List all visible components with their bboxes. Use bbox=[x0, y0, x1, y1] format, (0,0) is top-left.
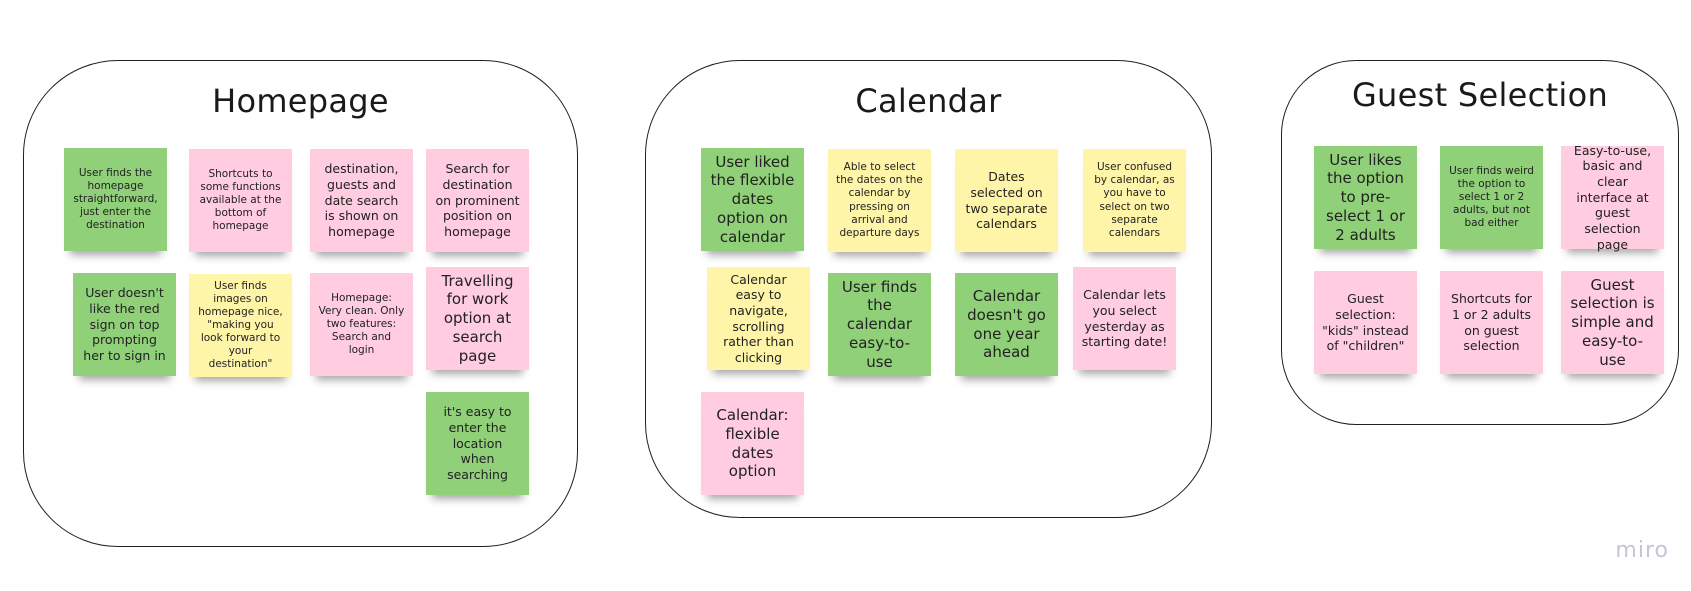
miro-logo: miro bbox=[1615, 538, 1669, 563]
sticky-note[interactable]: Homepage: Very clean. Only two features:… bbox=[310, 273, 413, 376]
note-text: Dates selected on two separate calendars bbox=[965, 169, 1048, 232]
note-text: Guest selection: "kids" instead of "chil… bbox=[1322, 291, 1409, 354]
sticky-note[interactable]: User finds the calendar easy-to-use bbox=[828, 273, 931, 376]
sticky-note[interactable]: User likes the option to pre-select 1 or… bbox=[1314, 146, 1417, 249]
note-text: User liked the flexible dates option on … bbox=[710, 152, 795, 246]
sticky-note[interactable]: Guest selection is simple and easy-to-us… bbox=[1561, 271, 1664, 374]
note-text: destination, guests and date search is s… bbox=[324, 161, 399, 239]
frame-title-homepage: Homepage bbox=[212, 82, 389, 120]
note-text: Search for destination on prominent posi… bbox=[435, 161, 520, 239]
note-text: Shortcuts for 1 or 2 adults on guest sel… bbox=[1451, 291, 1532, 354]
note-text: User likes the option to pre-select 1 or… bbox=[1326, 150, 1405, 244]
sticky-note[interactable]: Calendar: flexible dates option bbox=[701, 392, 804, 495]
sticky-note[interactable]: Easy-to-use, basic and clear interface a… bbox=[1561, 142, 1664, 252]
note-text: Calendar: flexible dates option bbox=[716, 406, 789, 481]
sticky-note[interactable]: Shortcuts to some functions available at… bbox=[189, 149, 292, 252]
frame-title-calendar: Calendar bbox=[855, 82, 1002, 120]
note-text: Travelling for work option at search pag… bbox=[441, 271, 514, 365]
sticky-note[interactable]: Calendar lets you select yesterday as st… bbox=[1073, 267, 1176, 370]
note-text: it's easy to enter the location when sea… bbox=[443, 404, 512, 482]
sticky-note[interactable]: Travelling for work option at search pag… bbox=[426, 267, 529, 370]
sticky-note[interactable]: User finds images on homepage nice, "mak… bbox=[189, 274, 292, 377]
sticky-note[interactable]: User liked the flexible dates option on … bbox=[701, 148, 804, 251]
note-text: Guest selection is simple and easy-to-us… bbox=[1570, 275, 1655, 369]
note-text: Calendar easy to navigate, scrolling rat… bbox=[723, 271, 794, 365]
sticky-note[interactable]: Calendar easy to navigate, scrolling rat… bbox=[707, 267, 810, 370]
note-text: User finds images on homepage nice, "mak… bbox=[198, 279, 283, 371]
frame-title-guest-selection: Guest Selection bbox=[1351, 76, 1609, 114]
sticky-note[interactable]: User confused by calendar, as you have t… bbox=[1083, 149, 1186, 252]
note-text: Homepage: Very clean. Only two features:… bbox=[318, 291, 405, 357]
sticky-note[interactable]: Dates selected on two separate calendars bbox=[955, 149, 1058, 252]
note-text: User finds the calendar easy-to-use bbox=[841, 277, 918, 371]
sticky-note[interactable]: Calendar doesn't go one year ahead bbox=[955, 273, 1058, 376]
note-text: Calendar doesn't go one year ahead bbox=[967, 287, 1046, 362]
note-text: Able to select the dates on the calendar… bbox=[836, 161, 923, 239]
sticky-note[interactable]: Able to select the dates on the calendar… bbox=[828, 149, 931, 252]
sticky-note[interactable]: Search for destination on prominent posi… bbox=[426, 149, 529, 252]
sticky-note[interactable]: User finds weird the option to select 1 … bbox=[1440, 146, 1543, 249]
sticky-note[interactable]: User doesn't like the red sign on top pr… bbox=[73, 273, 176, 376]
note-text: User finds the homepage straightforward,… bbox=[73, 166, 158, 232]
note-text: User doesn't like the red sign on top pr… bbox=[83, 285, 166, 363]
sticky-note[interactable]: Guest selection: "kids" instead of "chil… bbox=[1314, 271, 1417, 374]
sticky-note[interactable]: Shortcuts for 1 or 2 adults on guest sel… bbox=[1440, 271, 1543, 374]
note-text: Shortcuts to some functions available at… bbox=[199, 167, 282, 233]
note-text: Easy-to-use, basic and clear interface a… bbox=[1573, 142, 1652, 252]
note-text: Calendar lets you select yesterday as st… bbox=[1081, 287, 1168, 350]
sticky-note[interactable]: destination, guests and date search is s… bbox=[310, 149, 413, 252]
note-text: User finds weird the option to select 1 … bbox=[1449, 164, 1534, 230]
note-text: User confused by calendar, as you have t… bbox=[1094, 161, 1175, 239]
sticky-note[interactable]: User finds the homepage straightforward,… bbox=[64, 148, 167, 251]
sticky-note[interactable]: it's easy to enter the location when sea… bbox=[426, 392, 529, 495]
